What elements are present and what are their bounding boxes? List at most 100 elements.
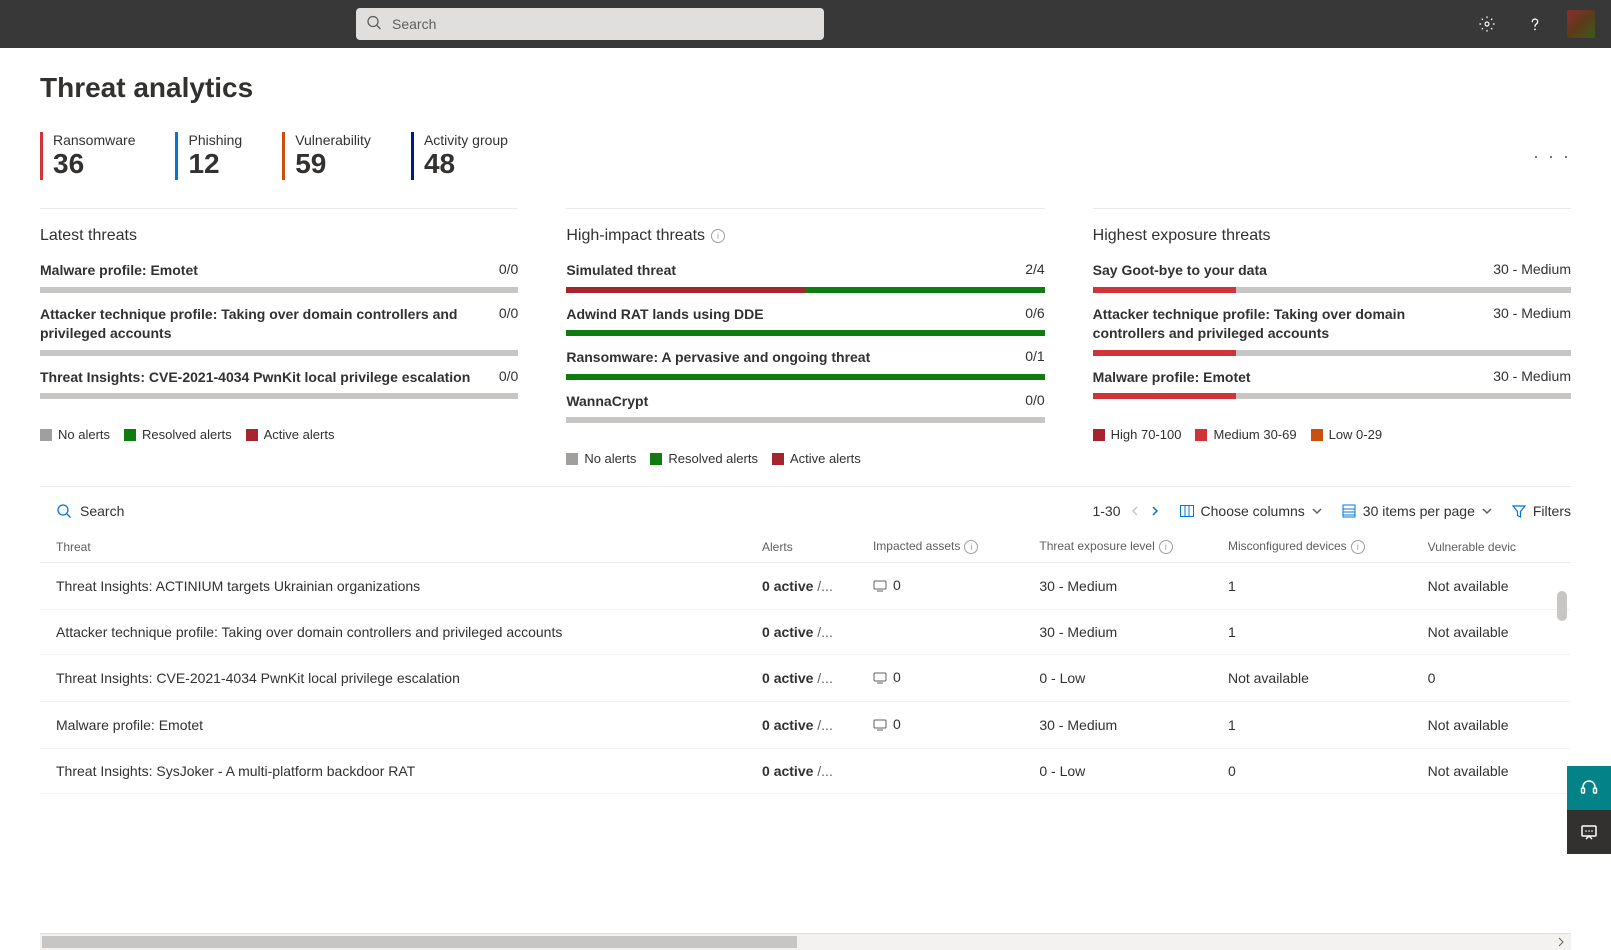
table-row[interactable]: Threat Insights: SysJoker - A multi-plat… [40,749,1571,794]
threat-metric: 0/0 [499,305,518,321]
cell-impacted [861,749,1027,794]
stat-card[interactable]: Phishing 12 [175,132,242,180]
legend-label: No alerts [584,451,636,466]
threat-bar [1093,350,1571,356]
threat-bar [566,374,1044,380]
feedback-button[interactable] [1567,810,1611,854]
cell-misconfig: Not available [1216,655,1416,702]
info-icon[interactable]: i [964,540,978,554]
pager-next[interactable] [1149,505,1161,517]
vertical-scrollbar[interactable] [1557,591,1567,791]
stats-row: Ransomware 36 Phishing 12 Vulnerability … [40,132,1571,180]
more-button[interactable]: · · · [1533,146,1571,167]
global-search-input[interactable] [356,8,824,40]
threat-metric: 0/1 [1025,348,1044,364]
stat-card[interactable]: Activity group 48 [411,132,508,180]
legend-item: Medium 30-69 [1195,427,1296,442]
legend-item: No alerts [566,451,636,466]
col-threat[interactable]: Threat [40,531,750,563]
table-row[interactable]: Threat Insights: CVE-2021-4034 PwnKit lo… [40,655,1571,702]
help-button[interactable] [1519,8,1551,40]
choose-columns-button[interactable]: Choose columns [1179,503,1323,519]
threat-item[interactable]: Malware profile: Emotet 0/0 [40,261,518,293]
threat-name: Threat Insights: CVE-2021-4034 PwnKit lo… [40,368,487,388]
stat-accent [282,132,285,180]
info-icon[interactable]: i [1159,540,1173,554]
threat-metric: 2/4 [1025,261,1044,277]
legend-swatch [124,429,136,441]
info-icon[interactable]: i [1351,540,1365,554]
threat-item[interactable]: Simulated threat 2/4 [566,261,1044,293]
threat-bar [1093,287,1571,293]
cell-impacted: 0 [861,655,1027,702]
threat-bar [40,287,518,293]
cell-vuln: Not available [1416,610,1571,655]
table-row[interactable]: Attacker technique profile: Taking over … [40,610,1571,655]
table-row[interactable]: Threat Insights: ACTINIUM targets Ukrain… [40,563,1571,610]
threat-item[interactable]: Ransomware: A pervasive and ongoing thre… [566,348,1044,380]
stat-card[interactable]: Ransomware 36 [40,132,135,180]
cell-alerts: 0 active /... [750,563,861,610]
cell-threat: Threat Insights: CVE-2021-4034 PwnKit lo… [40,655,750,702]
filters-button[interactable]: Filters [1511,503,1571,519]
settings-button[interactable] [1471,8,1503,40]
cell-vuln: Not available [1416,749,1571,794]
threat-name: Simulated threat [566,261,1013,281]
threat-name: Malware profile: Emotet [1093,368,1482,388]
cell-exposure: 30 - Medium [1027,610,1216,655]
global-header [0,0,1611,48]
horizontal-scrollbar[interactable] [40,933,1571,950]
pager: 1-30 [1092,503,1160,519]
col-misconfig[interactable]: Misconfigured devicesi [1216,531,1416,563]
legend-item: Active alerts [246,427,335,442]
threat-bar [566,330,1044,336]
stat-value: 36 [53,150,135,178]
pager-range: 1-30 [1092,503,1120,519]
col-impacted[interactable]: Impacted assetsi [861,531,1027,563]
threat-item[interactable]: Threat Insights: CVE-2021-4034 PwnKit lo… [40,368,518,400]
threat-name: Ransomware: A pervasive and ongoing thre… [566,348,1013,368]
cell-misconfig: 0 [1216,749,1416,794]
stat-card[interactable]: Vulnerability 59 [282,132,371,180]
page-title: Threat analytics [40,72,1571,104]
latest-threats-card: Latest threats Malware profile: Emotet 0… [40,208,518,466]
table-row[interactable]: Malware profile: Emotet 0 active /... 0 … [40,702,1571,749]
bar-segment [566,374,1044,380]
legend-swatch [246,429,258,441]
legend-swatch [1311,429,1323,441]
table-search[interactable]: Search [56,503,124,519]
threat-item[interactable]: Say Goot-bye to your data 30 - Medium [1093,261,1571,293]
legend-swatch [1195,429,1207,441]
col-exposure[interactable]: Threat exposure leveli [1027,531,1216,563]
cell-misconfig: 1 [1216,563,1416,610]
highest-exposure-threats-card: Highest exposure threats Say Goot-bye to… [1093,208,1571,466]
col-vuln[interactable]: Vulnerable devic [1416,531,1571,563]
stat-value: 59 [295,150,371,178]
threat-metric: 0/0 [499,261,518,277]
threat-item[interactable]: Malware profile: Emotet 30 - Medium [1093,368,1571,400]
threat-bar [1093,393,1571,399]
legend-label: Active alerts [790,451,861,466]
cell-alerts: 0 active /... [750,702,861,749]
cell-threat: Attacker technique profile: Taking over … [40,610,750,655]
threat-item[interactable]: Attacker technique profile: Taking over … [1093,305,1571,356]
pager-prev[interactable] [1129,505,1141,517]
cell-exposure: 0 - Low [1027,749,1216,794]
user-avatar[interactable] [1567,10,1595,38]
items-per-page-button[interactable]: 30 items per page [1341,503,1493,519]
cell-impacted [861,610,1027,655]
stat-label: Vulnerability [295,132,371,148]
cell-alerts: 0 active /... [750,655,861,702]
high-impact-threats-card: High-impact threats i Simulated threat 2… [566,208,1044,466]
support-button[interactable] [1567,766,1611,810]
threat-metric: 0/6 [1025,305,1044,321]
col-alerts[interactable]: Alerts [750,531,861,563]
info-icon[interactable]: i [711,229,725,243]
cell-threat: Threat Insights: ACTINIUM targets Ukrain… [40,563,750,610]
device-icon [873,718,887,734]
threat-item[interactable]: Attacker technique profile: Taking over … [40,305,518,356]
cell-exposure: 30 - Medium [1027,563,1216,610]
threat-item[interactable]: WannaCrypt 0/0 [566,392,1044,424]
legend-label: Active alerts [264,427,335,442]
threat-item[interactable]: Adwind RAT lands using DDE 0/6 [566,305,1044,337]
